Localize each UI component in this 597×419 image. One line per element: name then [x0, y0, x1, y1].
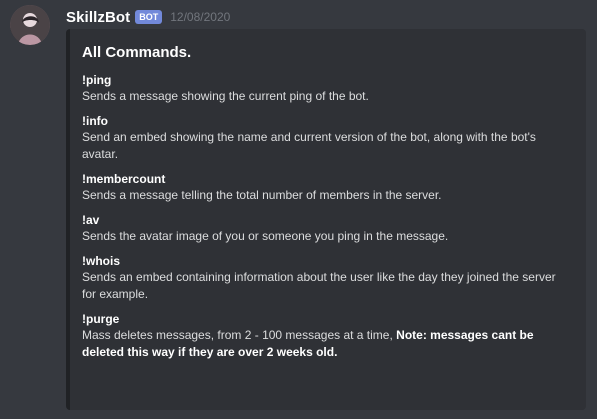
command-name: !av: [82, 213, 100, 227]
message-header: SkillzBot BOT 12/08/2020: [66, 7, 230, 27]
command-item-membercount: !membercount Sends a message telling the…: [82, 171, 572, 204]
command-item-av: !av Sends the avatar image of you or som…: [82, 212, 572, 245]
username[interactable]: SkillzBot: [66, 9, 130, 26]
command-description: Sends a message showing the current ping…: [82, 89, 369, 103]
command-description: Sends an embed containing information ab…: [82, 270, 556, 301]
command-description: Sends a message telling the total number…: [82, 188, 442, 202]
user-avatar-icon[interactable]: [10, 5, 50, 45]
command-name: !whois: [82, 254, 120, 268]
command-item-ping: !ping Sends a message showing the curren…: [82, 72, 572, 105]
command-item-purge: !purge Mass deletes messages, from 2 - 1…: [82, 311, 572, 361]
message-timestamp: 12/08/2020: [170, 10, 231, 24]
command-name: !membercount: [82, 172, 166, 186]
command-name: !purge: [82, 312, 120, 326]
commands-embed: All Commands. !ping Sends a message show…: [66, 29, 586, 410]
chat-message: SkillzBot BOT 12/08/2020 All Commands. !…: [0, 0, 597, 419]
command-name: !ping: [82, 73, 112, 87]
command-description: Mass deletes messages, from 2 - 100 mess…: [82, 327, 572, 361]
bot-tag-badge: BOT: [135, 10, 163, 24]
command-description-text: Mass deletes messages, from 2 - 100 mess…: [82, 328, 393, 342]
command-item-whois: !whois Sends an embed containing informa…: [82, 253, 572, 303]
command-name: !info: [82, 114, 108, 128]
embed-content: All Commands. !ping Sends a message show…: [82, 43, 572, 369]
command-description: Send an embed showing the name and curre…: [82, 130, 536, 161]
command-description: Sends the avatar image of you or someone…: [82, 229, 449, 243]
embed-title: All Commands.: [82, 44, 192, 61]
command-item-info: !info Send an embed showing the name and…: [82, 113, 572, 163]
